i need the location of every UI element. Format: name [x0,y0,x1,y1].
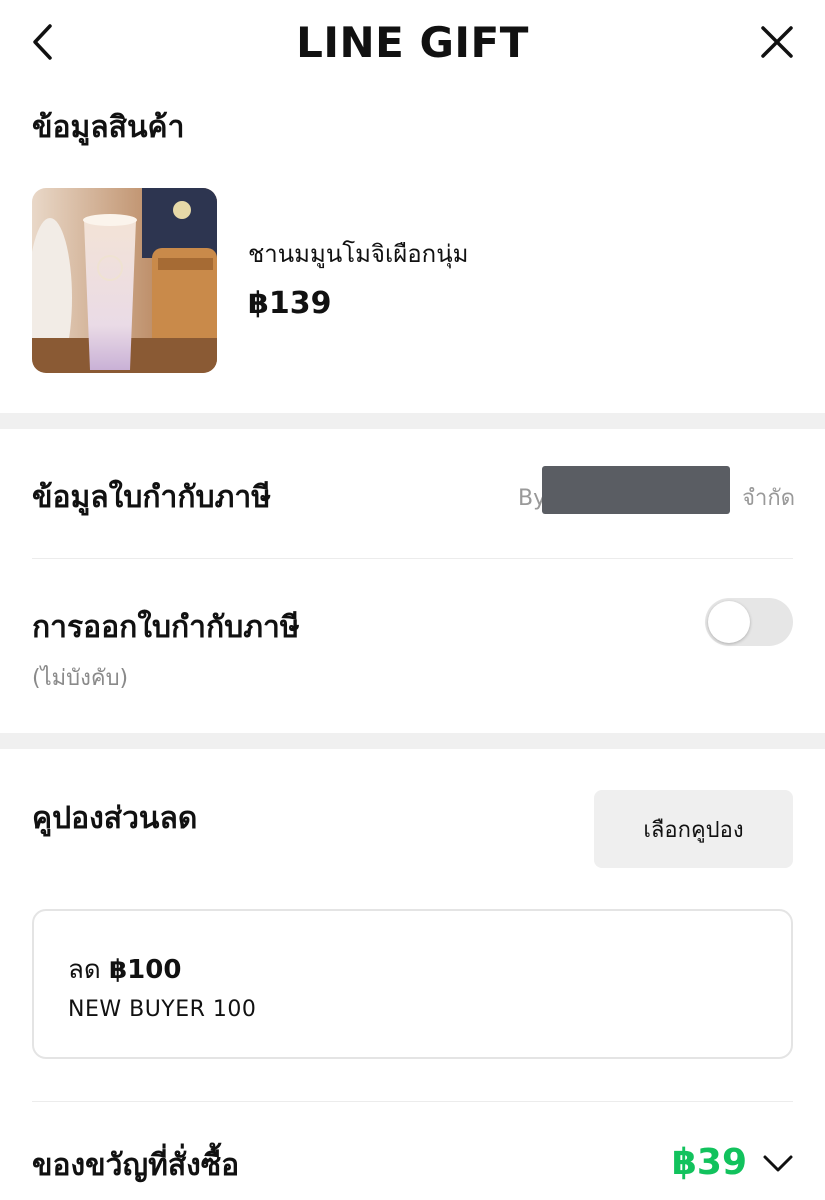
chevron-down-icon[interactable] [761,1148,795,1178]
divider [32,558,793,559]
coupon-discount-amount: ฿100 [109,955,182,985]
tax-invoice-optional-note: (ไม่บังคับ) [32,666,129,691]
coupon-label: คูปองส่วนลด [32,801,198,836]
coupon-discount: ลด ฿100 [68,949,181,990]
app-title: LINE GIFT [296,18,529,67]
product-section-title: ข้อมูลสินค้า [32,110,185,145]
top-bar: LINE GIFT [0,0,825,84]
product-image[interactable] [32,188,217,373]
product-price: ฿139 [248,286,332,321]
divider [32,1101,793,1102]
applied-coupon-card[interactable]: ลด ฿100 NEW BUYER 100 [32,909,793,1059]
close-icon [761,26,793,58]
section-separator [0,733,825,749]
order-total-price[interactable]: ฿39 [672,1142,747,1183]
product-photo [32,188,217,373]
product-name: ชานมมูนโมจิเผือกนุ่ม [248,240,469,268]
tax-info-label: ข้อมูลใบกำกับภาษี [32,480,271,515]
select-coupon-button[interactable]: เลือกคูปอง [594,790,793,868]
order-label: ของขวัญที่สั่งซื้อ [32,1148,240,1183]
tax-invoice-toggle[interactable] [705,598,793,646]
toggle-knob [708,601,750,643]
tax-by-suffix: จำกัด [742,486,795,511]
coupon-discount-prefix: ลด [68,955,101,985]
tax-invoice-label: การออกใบกำกับภาษี [32,610,300,645]
coupon-code: NEW BUYER 100 [68,997,257,1022]
redacted-company-name [542,466,730,514]
close-button[interactable] [757,22,797,62]
section-separator [0,413,825,429]
